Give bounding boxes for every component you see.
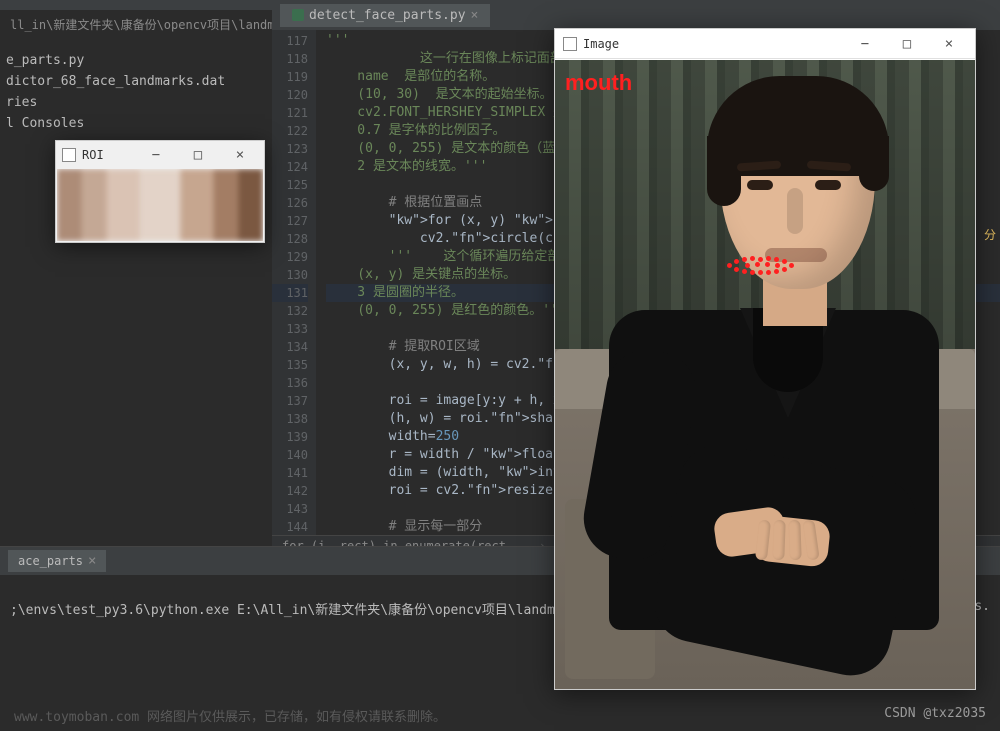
- image-canvas: mouth: [555, 60, 975, 689]
- editor-tab[interactable]: detect_face_parts.py ×: [280, 4, 490, 27]
- image-titlebar[interactable]: Image − □ ×: [555, 29, 975, 59]
- line-gutter: 1171181191201211221231241251261271281291…: [272, 30, 316, 535]
- image-window[interactable]: Image − □ × mouth: [554, 28, 976, 690]
- tab-label: detect_face_parts.py: [309, 8, 466, 23]
- app-icon: [62, 148, 76, 162]
- close-button[interactable]: ×: [931, 36, 967, 52]
- minimize-button[interactable]: −: [138, 147, 174, 163]
- mouth-label: mouth: [565, 70, 632, 96]
- mouth-landmark-dots: [725, 256, 797, 276]
- right-truncated-text: 分: [984, 226, 996, 243]
- maximize-button[interactable]: □: [889, 36, 925, 52]
- roi-titlebar[interactable]: ROI − □ ×: [56, 141, 264, 169]
- python-icon: [292, 9, 304, 21]
- roi-window[interactable]: ROI − □ ×: [55, 140, 265, 243]
- app-icon: [563, 37, 577, 51]
- maximize-button[interactable]: □: [180, 147, 216, 163]
- disclaimer-text: www.toymoban.com 网络图片仅供展示，已存储，如有侵权请联系删除。: [14, 706, 446, 725]
- project-tree[interactable]: e_parts.py dictor_68_face_landmarks.dat …: [0, 50, 270, 134]
- tree-folder[interactable]: l Consoles: [0, 113, 270, 134]
- footer: www.toymoban.com 网络图片仅供展示，已存储，如有侵权请联系删除。…: [0, 706, 1000, 725]
- roi-image: [57, 169, 263, 241]
- close-button[interactable]: ×: [222, 147, 258, 163]
- window-title: Image: [583, 37, 841, 51]
- tree-file[interactable]: dictor_68_face_landmarks.dat: [0, 71, 270, 92]
- console-tab[interactable]: ace_parts ×: [8, 550, 106, 572]
- window-title: ROI: [82, 148, 132, 162]
- tree-file[interactable]: e_parts.py: [0, 50, 270, 71]
- close-icon[interactable]: ×: [471, 8, 479, 23]
- console-tab-label: ace_parts: [18, 554, 83, 568]
- credit-text: CSDN @txz2035: [884, 706, 986, 725]
- person-figure: [595, 80, 967, 689]
- editor-tabs[interactable]: detect_face_parts.py ×: [272, 0, 1000, 30]
- tree-folder[interactable]: ries: [0, 92, 270, 113]
- minimize-button[interactable]: −: [847, 36, 883, 52]
- close-icon[interactable]: ×: [88, 553, 96, 569]
